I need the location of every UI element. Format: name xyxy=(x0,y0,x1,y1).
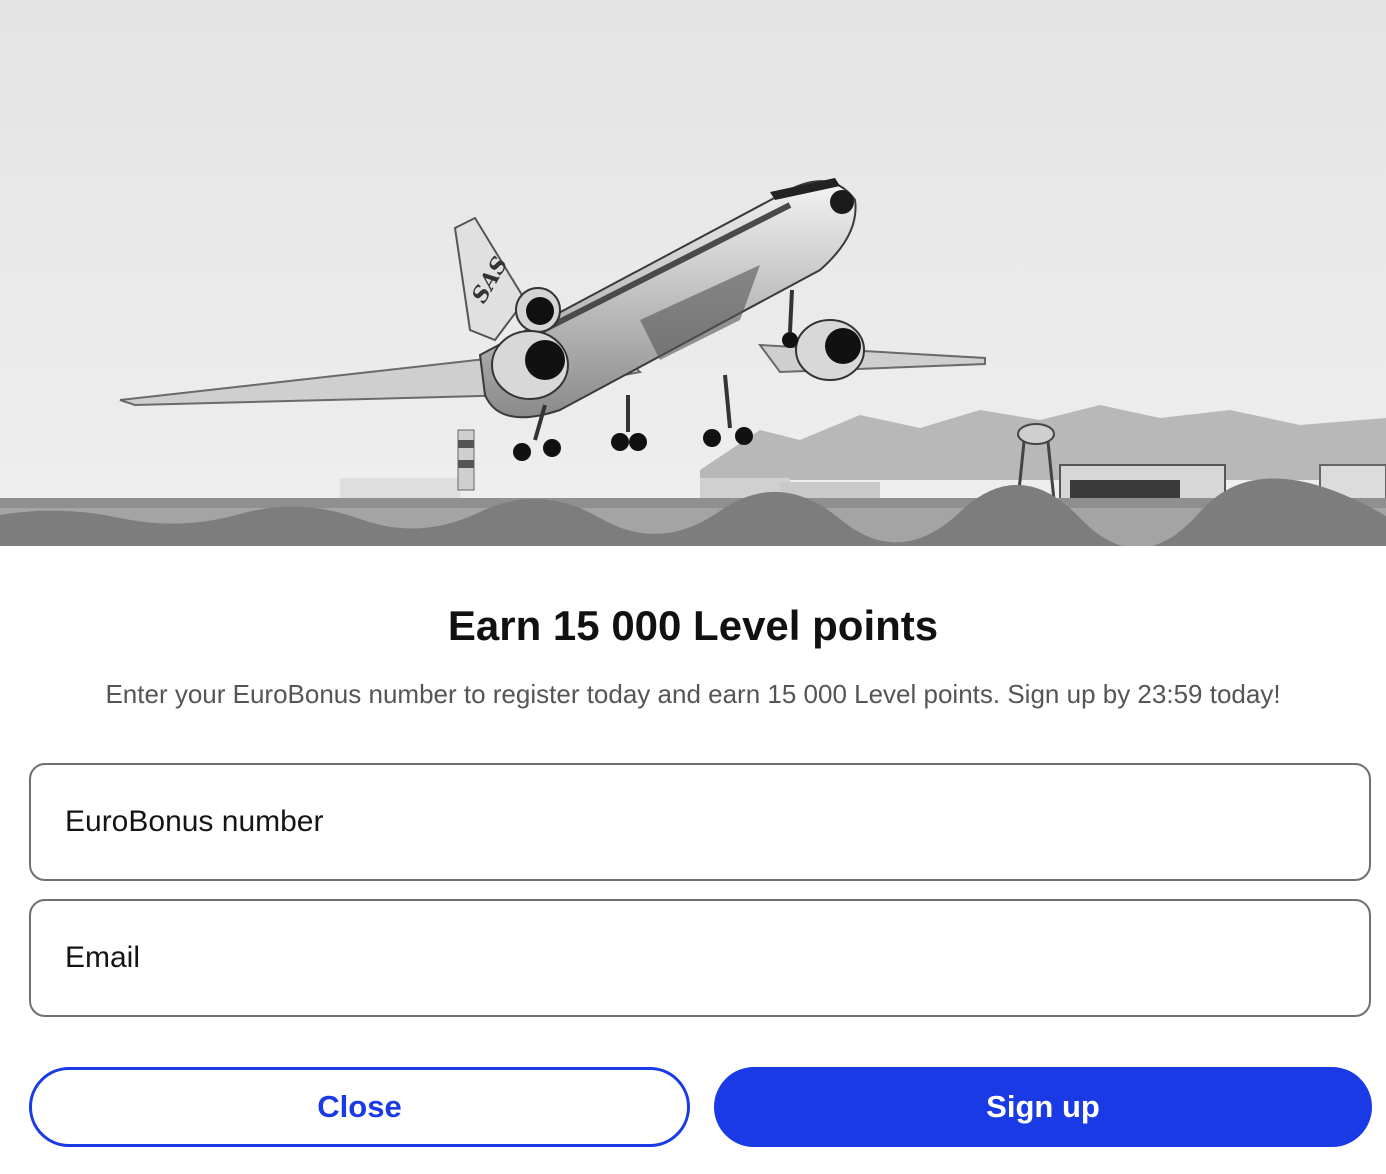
email-input[interactable] xyxy=(65,901,1325,1015)
eurobonus-field[interactable] xyxy=(29,763,1371,881)
promo-description: Enter your EuroBonus number to register … xyxy=(105,679,1281,709)
eurobonus-input[interactable] xyxy=(65,765,1325,879)
sign-up-button-label: Sign up xyxy=(986,1089,1100,1124)
close-button[interactable]: Close xyxy=(29,1067,690,1147)
hero-image: SAS xyxy=(0,0,1386,546)
sign-up-button[interactable]: Sign up xyxy=(714,1067,1372,1147)
airplane-takeoff-photo: SAS xyxy=(0,0,1386,546)
close-button-label: Close xyxy=(317,1089,402,1124)
email-field[interactable] xyxy=(29,899,1371,1017)
signup-panel: Earn 15 000 Level points Enter your Euro… xyxy=(0,546,1386,1174)
promo-title: Earn 15 000 Level points xyxy=(447,602,939,649)
